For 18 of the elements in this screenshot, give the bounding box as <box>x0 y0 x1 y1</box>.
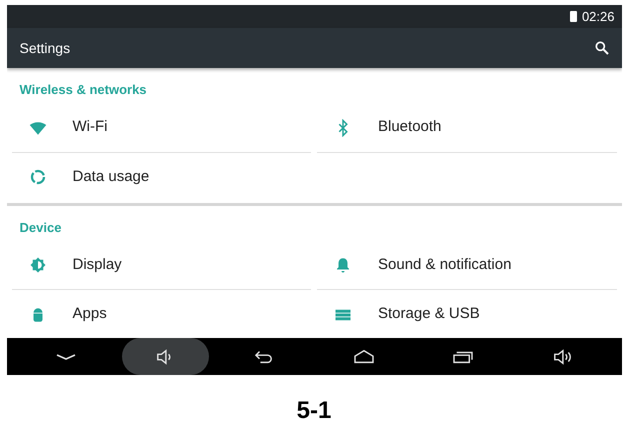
figure-caption: 5-1 <box>296 396 332 426</box>
data-usage-icon <box>28 168 46 186</box>
brightness-icon <box>28 256 46 274</box>
home-icon <box>352 348 375 366</box>
section-header: Device <box>18 218 62 236</box>
settings-tile[interactable]: Wi-Fi <box>12 104 311 152</box>
bell-icon <box>334 256 352 274</box>
settings-tile[interactable]: Bluetooth <box>317 104 616 152</box>
clock: 02:26 <box>582 8 614 26</box>
settings-tile[interactable]: Storage & USB <box>317 290 616 338</box>
settings-tile[interactable]: Sound & notification <box>317 241 616 290</box>
toolbar-title: Settings <box>20 38 70 58</box>
chevron-down-icon <box>56 354 76 360</box>
battery-icon <box>570 11 577 22</box>
settings-tile[interactable]: Data usage <box>12 152 311 202</box>
settings-tile[interactable]: Display <box>12 241 311 290</box>
section-header: Wireless & networks <box>18 81 148 99</box>
settings-tile[interactable]: Apps <box>12 290 311 338</box>
